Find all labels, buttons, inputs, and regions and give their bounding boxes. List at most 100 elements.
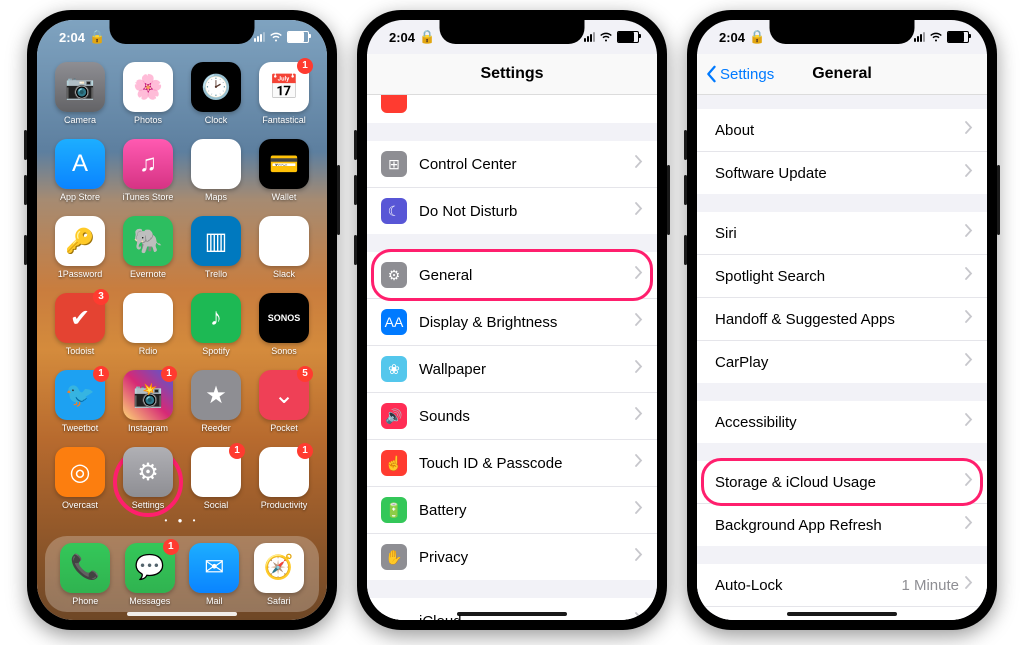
- chevron-right-icon: [635, 612, 643, 620]
- general-row-siri[interactable]: Siri: [697, 212, 987, 255]
- notification-badge: 1: [163, 539, 179, 555]
- general-row-software-update[interactable]: Software Update: [697, 152, 987, 194]
- app-phone[interactable]: 📞Phone: [54, 543, 116, 606]
- row-label: Privacy: [419, 549, 635, 566]
- app-overcast[interactable]: ◎Overcast: [49, 447, 111, 510]
- general-row-auto-lock[interactable]: Auto-Lock1 Minute: [697, 564, 987, 607]
- app-icon: ◐: [123, 293, 173, 343]
- app-label: Todoist: [66, 346, 95, 356]
- back-button[interactable]: Settings: [705, 54, 774, 94]
- chevron-right-icon: [965, 164, 973, 182]
- app-slack[interactable]: ⧉ Slack: [253, 216, 315, 279]
- lock-icon: 🔒: [749, 29, 765, 45]
- general-row-about[interactable]: About: [697, 109, 987, 152]
- row-icon: ☝: [381, 450, 407, 476]
- app-icon: ♫: [123, 139, 173, 189]
- app-spotify[interactable]: ♪Spotify: [185, 293, 247, 356]
- general-row-carplay[interactable]: CarPlay: [697, 341, 987, 383]
- app-social[interactable]: ▦1Social: [185, 447, 247, 510]
- general-row-accessibility[interactable]: Accessibility: [697, 401, 987, 443]
- app-sonos[interactable]: SONOSSonos: [253, 293, 315, 356]
- row-label: Handoff & Suggested Apps: [715, 311, 965, 328]
- general-row-storage-icloud-usage[interactable]: Storage & iCloud Usage: [697, 461, 987, 504]
- app-fantastical[interactable]: 📅1Fantastical: [253, 62, 315, 125]
- app-safari[interactable]: 🧭Safari: [248, 543, 310, 606]
- list-item[interactable]: [367, 95, 657, 123]
- app-label: Mail: [206, 596, 223, 606]
- row-label: Control Center: [419, 156, 635, 173]
- settings-row-icloud[interactable]: ☁iCloud: [367, 598, 657, 620]
- phone-settings: 2:04 🔒 Settings ⊞Control Center☾Do Not D…: [357, 10, 667, 630]
- dock: 📞Phone💬1Messages✉Mail🧭Safari: [45, 536, 319, 612]
- signal-icon: [914, 32, 925, 42]
- app-tweetbot[interactable]: 🐦1Tweetbot: [49, 370, 111, 433]
- app-rdio[interactable]: ◐Rdio: [117, 293, 179, 356]
- row-icon: ⚙: [381, 262, 407, 288]
- battery-icon: [947, 31, 969, 43]
- settings-list[interactable]: ⊞Control Center☾Do Not Disturb ⚙GeneralA…: [367, 95, 657, 620]
- nav-bar: Settings: [367, 54, 657, 95]
- app-icon: 📅1: [259, 62, 309, 112]
- row-label: Do Not Disturb: [419, 203, 635, 220]
- app-app-store[interactable]: AApp Store: [49, 139, 111, 202]
- app-wallet[interactable]: 💳Wallet: [253, 139, 315, 202]
- app-evernote[interactable]: 🐘Evernote: [117, 216, 179, 279]
- app-icon: 🔑: [55, 216, 105, 266]
- general-list[interactable]: AboutSoftware Update Siri Spotlight Searc…: [697, 95, 987, 620]
- general-row-spotlight-search[interactable]: Spotlight Search: [697, 255, 987, 298]
- app-icon: ⚙: [123, 447, 173, 497]
- app-label: Maps: [205, 192, 227, 202]
- app-trello[interactable]: ▥Trello: [185, 216, 247, 279]
- lock-icon: 🔒: [419, 29, 435, 45]
- app-camera[interactable]: 📷Camera: [49, 62, 111, 125]
- settings-row-battery[interactable]: 🔋Battery: [367, 487, 657, 534]
- app-productivity[interactable]: ▦1Productivity: [253, 447, 315, 510]
- general-row-background-app-refresh[interactable]: Background App Refresh: [697, 504, 987, 546]
- settings-row-wallpaper[interactable]: ❀Wallpaper: [367, 346, 657, 393]
- app-clock[interactable]: 🕑Clock: [185, 62, 247, 125]
- settings-row-display-brightness[interactable]: AADisplay & Brightness: [367, 299, 657, 346]
- chevron-right-icon: [635, 313, 643, 331]
- row-label: Siri: [715, 225, 965, 242]
- app-pocket[interactable]: ⌄5Pocket: [253, 370, 315, 433]
- app-label: Reeder: [201, 423, 231, 433]
- app-messages[interactable]: 💬1Messages: [119, 543, 181, 606]
- app-instagram[interactable]: 📸1Instagram: [117, 370, 179, 433]
- notification-badge: 3: [93, 289, 109, 305]
- phone-home: 2:04 🔒 📷Camera🌸Photos🕑Clock📅1Fantastical…: [27, 10, 337, 630]
- app-settings[interactable]: ⚙ Settings: [117, 447, 179, 510]
- app-mail[interactable]: ✉Mail: [183, 543, 245, 606]
- settings-row-do-not-disturb[interactable]: ☾Do Not Disturb: [367, 188, 657, 234]
- notification-badge: 1: [93, 366, 109, 382]
- status-time: 2:04: [389, 30, 415, 45]
- nav-title: Settings: [480, 65, 543, 83]
- app-icon: 💬1: [125, 543, 175, 593]
- app-icon: ⌄5: [259, 370, 309, 420]
- chevron-right-icon: [635, 202, 643, 220]
- notification-badge: 1: [229, 443, 245, 459]
- chevron-right-icon: [635, 155, 643, 173]
- app-photos[interactable]: 🌸Photos: [117, 62, 179, 125]
- app-itunes-store[interactable]: ♫ iTunes Store: [117, 139, 179, 202]
- settings-row-privacy[interactable]: ✋ Privacy: [367, 534, 657, 580]
- app-icon: ⧉: [259, 216, 309, 266]
- app-icon: 📞: [60, 543, 110, 593]
- row-icon: ✋: [381, 544, 407, 570]
- app-icon: 🕑: [191, 62, 241, 112]
- settings-row-general[interactable]: ⚙General: [367, 252, 657, 299]
- app-1password[interactable]: 🔑1Password: [49, 216, 111, 279]
- app-icon: ▥: [191, 216, 241, 266]
- app-icon: ▦1: [191, 447, 241, 497]
- settings-row-control-center[interactable]: ⊞Control Center: [367, 141, 657, 188]
- app-label: Slack: [273, 269, 295, 279]
- screen-home: 2:04 🔒 📷Camera🌸Photos🕑Clock📅1Fantastical…: [37, 20, 327, 620]
- general-row-handoff-suggested-apps[interactable]: Handoff & Suggested Apps: [697, 298, 987, 341]
- settings-row-sounds[interactable]: 🔊Sounds: [367, 393, 657, 440]
- app-maps[interactable]: 🗺Maps: [185, 139, 247, 202]
- settings-row-touch-id-passcode[interactable]: ☝Touch ID & Passcode: [367, 440, 657, 487]
- app-todoist[interactable]: ✔3Todoist: [49, 293, 111, 356]
- app-label: Settings: [132, 500, 165, 510]
- app-label: iTunes Store: [123, 192, 174, 202]
- wifi-icon: [929, 30, 943, 45]
- app-reeder[interactable]: ★Reeder: [185, 370, 247, 433]
